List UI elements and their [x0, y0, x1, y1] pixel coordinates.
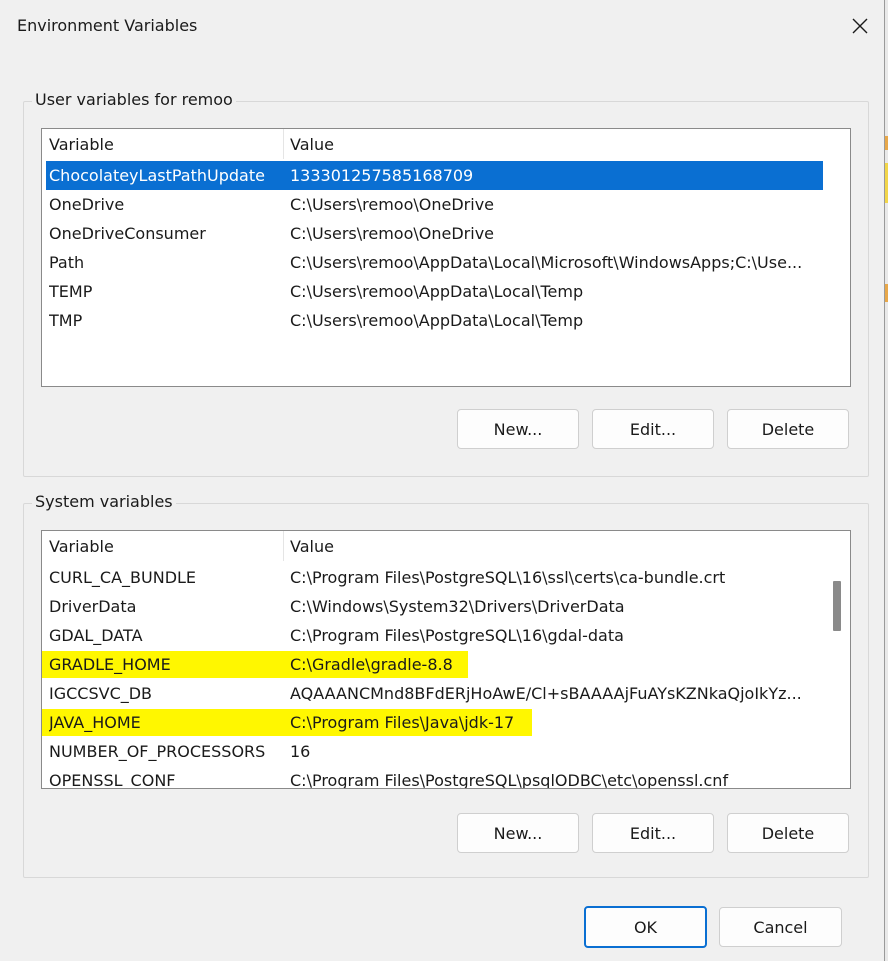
table-row[interactable]: OneDrive C:\Users\remoo\OneDrive [42, 190, 824, 219]
table-row[interactable]: Path C:\Users\remoo\AppData\Local\Microso… [42, 248, 824, 277]
column-header-value[interactable]: Value [290, 129, 790, 159]
cancel-button[interactable]: Cancel [719, 907, 842, 947]
variable-name-cell: ChocolateyLastPathUpdate [49, 166, 265, 185]
user-variables-label: User variables for remoo [32, 90, 236, 109]
column-header-variable[interactable]: Variable [49, 129, 283, 159]
variable-name-cell: CURL_CA_BUNDLE [49, 568, 197, 587]
variable-name-cell: JAVA_HOME [49, 713, 141, 732]
system-delete-button[interactable]: Delete [727, 813, 849, 853]
user-variables-group: User variables for remoo Variable Value … [23, 90, 869, 477]
variable-name-cell: Path [49, 253, 85, 272]
variable-value-cell: C:\Program Files\PostgreSQL\16\gdal-data [290, 626, 624, 645]
close-icon [852, 18, 868, 34]
table-row[interactable]: GDAL_DATA C:\Program Files\PostgreSQL\16\… [42, 621, 824, 650]
system-variables-group: System variables Variable Value CURL_CA_… [23, 492, 869, 878]
table-row[interactable]: ChocolateyLastPathUpdate 1333012575851687… [46, 161, 823, 190]
variable-value-cell: 133301257585168709 [290, 166, 474, 185]
scrollbar-track [824, 129, 850, 386]
ok-button[interactable]: OK [584, 906, 707, 948]
variable-name-cell: OneDriveConsumer [49, 224, 206, 243]
variable-value-cell: C:\Users\remoo\OneDrive [290, 195, 495, 214]
table-row[interactable]: OPENSSL_CONF C:\Program Files\PostgreSQL\… [42, 766, 824, 789]
environment-variables-dialog: Environment Variables User variables for… [0, 0, 885, 961]
user-variables-rows: ChocolateyLastPathUpdate 1333012575851687… [42, 161, 824, 335]
title-bar: Environment Variables [0, 0, 884, 54]
system-new-button[interactable]: New... [457, 813, 579, 853]
variable-value-cell: C:\Users\remoo\AppData\Local\Temp [290, 311, 584, 330]
variable-value-cell: C:\Program Files\Java\jdk-17 [290, 713, 515, 732]
table-row[interactable]: CURL_CA_BUNDLE C:\Program Files\PostgreSQ… [42, 563, 824, 592]
close-button[interactable] [838, 6, 882, 46]
user-delete-button[interactable]: Delete [727, 409, 849, 449]
system-variables-rows: CURL_CA_BUNDLE C:\Program Files\PostgreSQ… [42, 563, 824, 789]
column-divider[interactable] [283, 129, 284, 159]
variable-value-cell: C:\Gradle\gradle-8.8 [290, 655, 453, 674]
table-row[interactable]: DriverData C:\Windows\System32\Drivers\Dr… [42, 592, 824, 621]
list-header: Variable Value [42, 531, 822, 561]
system-variables-label: System variables [32, 492, 176, 511]
table-row[interactable]: TEMP C:\Users\remoo\AppData\Local\Temp [42, 277, 824, 306]
variable-name-cell: TMP [49, 311, 83, 330]
variable-name-cell: OneDrive [49, 195, 125, 214]
table-row[interactable]: OneDriveConsumer C:\Users\remoo\OneDrive [42, 219, 824, 248]
list-header: Variable Value [42, 129, 822, 159]
scrollbar-thumb[interactable] [833, 581, 841, 631]
variable-value-cell: C:\Program Files\PostgreSQL\16\ssl\certs… [290, 568, 726, 587]
column-header-value[interactable]: Value [290, 531, 790, 561]
table-row[interactable]: IGCCSVC_DB AQAAANCMnd8BFdERjHoAwE/Cl+sBAA… [42, 679, 824, 708]
variable-name-cell: IGCCSVC_DB [49, 684, 153, 703]
table-row[interactable]: NUMBER_OF_PROCESSORS 16 [42, 737, 824, 766]
table-row[interactable]: TMP C:\Users\remoo\AppData\Local\Temp [42, 306, 824, 335]
variable-name-cell: GDAL_DATA [49, 626, 143, 645]
variable-value-cell: C:\Users\remoo\OneDrive [290, 224, 495, 243]
variable-value-cell: C:\Program Files\PostgreSQL\psqlODBC\etc… [290, 771, 729, 789]
variable-value-cell: AQAAANCMnd8BFdERjHoAwE/Cl+sBAAAAjFuAYsKZ… [290, 684, 802, 703]
table-row[interactable]: GRADLE_HOME C:\Gradle\gradle-8.8 [42, 650, 824, 679]
column-header-variable[interactable]: Variable [49, 531, 283, 561]
user-variables-list[interactable]: Variable Value ChocolateyLastPathUpdate 1… [41, 128, 851, 387]
column-divider[interactable] [283, 531, 284, 561]
user-new-button[interactable]: New... [457, 409, 579, 449]
variable-value-cell: C:\Users\remoo\AppData\Local\Microsoft\W… [290, 253, 803, 272]
variable-value-cell: C:\Windows\System32\Drivers\DriverData [290, 597, 625, 616]
variable-name-cell: TEMP [49, 282, 93, 301]
user-edit-button[interactable]: Edit... [592, 409, 714, 449]
table-row[interactable]: JAVA_HOME C:\Program Files\Java\jdk-17 [42, 708, 824, 737]
variable-name-cell: DriverData [49, 597, 137, 616]
dialog-title: Environment Variables [17, 16, 198, 35]
variable-name-cell: GRADLE_HOME [49, 655, 171, 674]
system-edit-button[interactable]: Edit... [592, 813, 714, 853]
variable-value-cell: 16 [290, 742, 311, 761]
system-list-scrollbar[interactable] [824, 531, 850, 788]
variable-name-cell: OPENSSL_CONF [49, 771, 176, 789]
system-variables-list[interactable]: Variable Value CURL_CA_BUNDLE C:\Program … [41, 530, 851, 789]
variable-value-cell: C:\Users\remoo\AppData\Local\Temp [290, 282, 584, 301]
variable-name-cell: NUMBER_OF_PROCESSORS [49, 742, 266, 761]
